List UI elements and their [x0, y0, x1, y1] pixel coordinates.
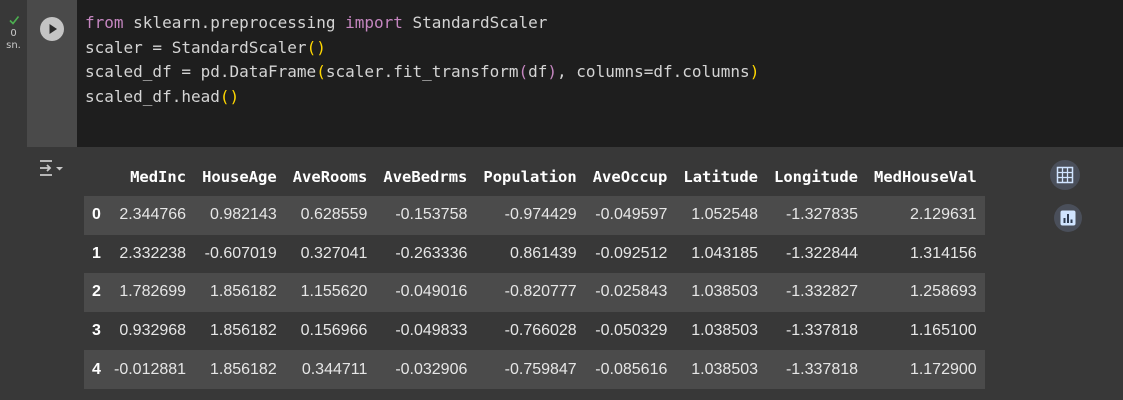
table-cell: 1.038503: [691, 322, 759, 340]
table-cell: -0.766028: [504, 322, 577, 340]
table-icon: [1056, 166, 1074, 184]
table-cell: 2.344766: [119, 206, 187, 224]
suggest-charts-button[interactable]: [1054, 204, 1082, 232]
check-icon: [0, 14, 27, 28]
table-cell: 1.038503: [691, 283, 759, 301]
run-cell-button[interactable]: [40, 17, 64, 41]
table-header-row: MedInc HouseAge AveRooms AveBedrms Popul…: [84, 158, 985, 196]
code-line-1: from sklearn.preprocessing import Standa…: [85, 13, 548, 32]
table-cell: -1.322844: [785, 244, 859, 262]
table-cell: -0.085616: [595, 360, 668, 378]
table-cell: 1.172900: [909, 360, 977, 378]
bar-chart-icon: [1060, 210, 1076, 226]
dataframe-table: MedInc HouseAge AveRooms AveBedrms Popul…: [84, 158, 985, 389]
table-cell: 0.344711: [301, 360, 368, 378]
table-cell: -1.337818: [785, 360, 859, 378]
column-header: HouseAge: [202, 168, 277, 186]
table-cell: -0.607019: [204, 244, 277, 262]
table-cell: -0.049833: [395, 322, 468, 340]
table-cell: -0.820777: [504, 283, 577, 301]
table-row: 4 -0.012881 1.856182 0.344711 -0.032906 …: [84, 350, 985, 389]
table-row: 3 0.932968 1.856182 0.156966 -0.049833 -…: [84, 311, 985, 351]
table-cell: 1.856182: [209, 283, 277, 301]
cell-gutter: [0, 0, 27, 400]
table-cell: -0.025843: [595, 283, 668, 301]
table-cell: 1.165100: [909, 322, 977, 340]
index-header: [84, 158, 106, 196]
play-icon: [49, 24, 57, 34]
table-cell: -0.049597: [595, 206, 668, 224]
execution-time-unit: sn.: [6, 40, 21, 51]
table-cell: -0.032906: [395, 360, 468, 378]
code-line-2: scaler = StandardScaler(): [85, 37, 326, 57]
table-cell: 1.782699: [119, 283, 187, 301]
column-header: Population: [483, 168, 577, 186]
table-cell: 0.327041: [300, 244, 368, 262]
code-line-3: scaled_df = pd.DataFrame(scaler.fit_tran…: [85, 62, 760, 81]
column-header: AveBedrms: [383, 168, 468, 186]
table-row: 1 2.332238 -0.607019 0.327041 -0.263336 …: [84, 234, 985, 274]
table-cell: 0.982143: [209, 206, 277, 224]
execution-count: 0: [10, 28, 17, 39]
table-cell: 1.856182: [209, 360, 277, 378]
table-cell: 1.038503: [691, 360, 759, 378]
table-cell: -1.332827: [785, 283, 859, 301]
row-index: 1: [92, 244, 101, 262]
table-cell: 2.129631: [909, 206, 977, 224]
table-cell: 1.856182: [209, 322, 277, 340]
table-cell: 0.861439: [509, 244, 577, 262]
table-cell: 1.314156: [909, 244, 977, 262]
table-cell: 1.052548: [691, 206, 759, 224]
column-header: Latitude: [683, 168, 759, 186]
table-cell: -0.263336: [395, 244, 468, 262]
table-row: 0 2.344766 0.982143 0.628559 -0.153758 -…: [84, 196, 985, 235]
row-index: 4: [92, 360, 101, 378]
output-collapse-icon: [40, 160, 63, 176]
table-cell: 0.932968: [119, 322, 187, 340]
table-cell: -0.092512: [595, 244, 668, 262]
table-cell: -0.153758: [395, 206, 468, 224]
execution-status: 0 sn.: [0, 14, 27, 52]
table-cell: -1.327835: [785, 206, 859, 224]
table-cell: -0.050329: [595, 322, 668, 340]
table-cell: 0.628559: [300, 206, 368, 224]
column-header: MedHouseVal: [874, 168, 977, 186]
output-gutter: [27, 147, 77, 400]
table-cell: -1.337818: [785, 322, 859, 340]
column-header: MedInc: [130, 168, 187, 186]
table-cell: 0.156966: [300, 322, 368, 340]
output-toggle-button[interactable]: [38, 157, 66, 184]
table-cell: -0.012881: [114, 360, 187, 378]
table-cell: 1.043185: [691, 244, 759, 262]
cell-output: MedInc HouseAge AveRooms AveBedrms Popul…: [77, 147, 1123, 400]
row-index: 3: [92, 322, 101, 340]
table-cell: 1.155620: [300, 283, 368, 301]
table-cell: -0.759847: [504, 360, 577, 378]
table-cell: -0.049016: [395, 283, 468, 301]
column-header: Longitude: [774, 168, 859, 186]
column-header: AveOccup: [592, 168, 668, 186]
code-block: from sklearn.preprocessing import Standa…: [85, 11, 759, 109]
convert-to-interactive-table-button[interactable]: [1050, 160, 1080, 190]
table-cell: -0.974429: [504, 206, 577, 224]
row-index: 2: [92, 283, 101, 301]
table-row: 2 1.782699 1.856182 1.155620 -0.049016 -…: [84, 273, 985, 312]
row-index: 0: [92, 206, 101, 224]
column-header: AveRooms: [292, 168, 368, 186]
table-cell: 2.332238: [119, 244, 187, 262]
code-line-4: scaled_df.head(): [85, 86, 240, 106]
code-editor[interactable]: from sklearn.preprocessing import Standa…: [77, 0, 1123, 147]
table-cell: 1.258693: [909, 283, 977, 301]
